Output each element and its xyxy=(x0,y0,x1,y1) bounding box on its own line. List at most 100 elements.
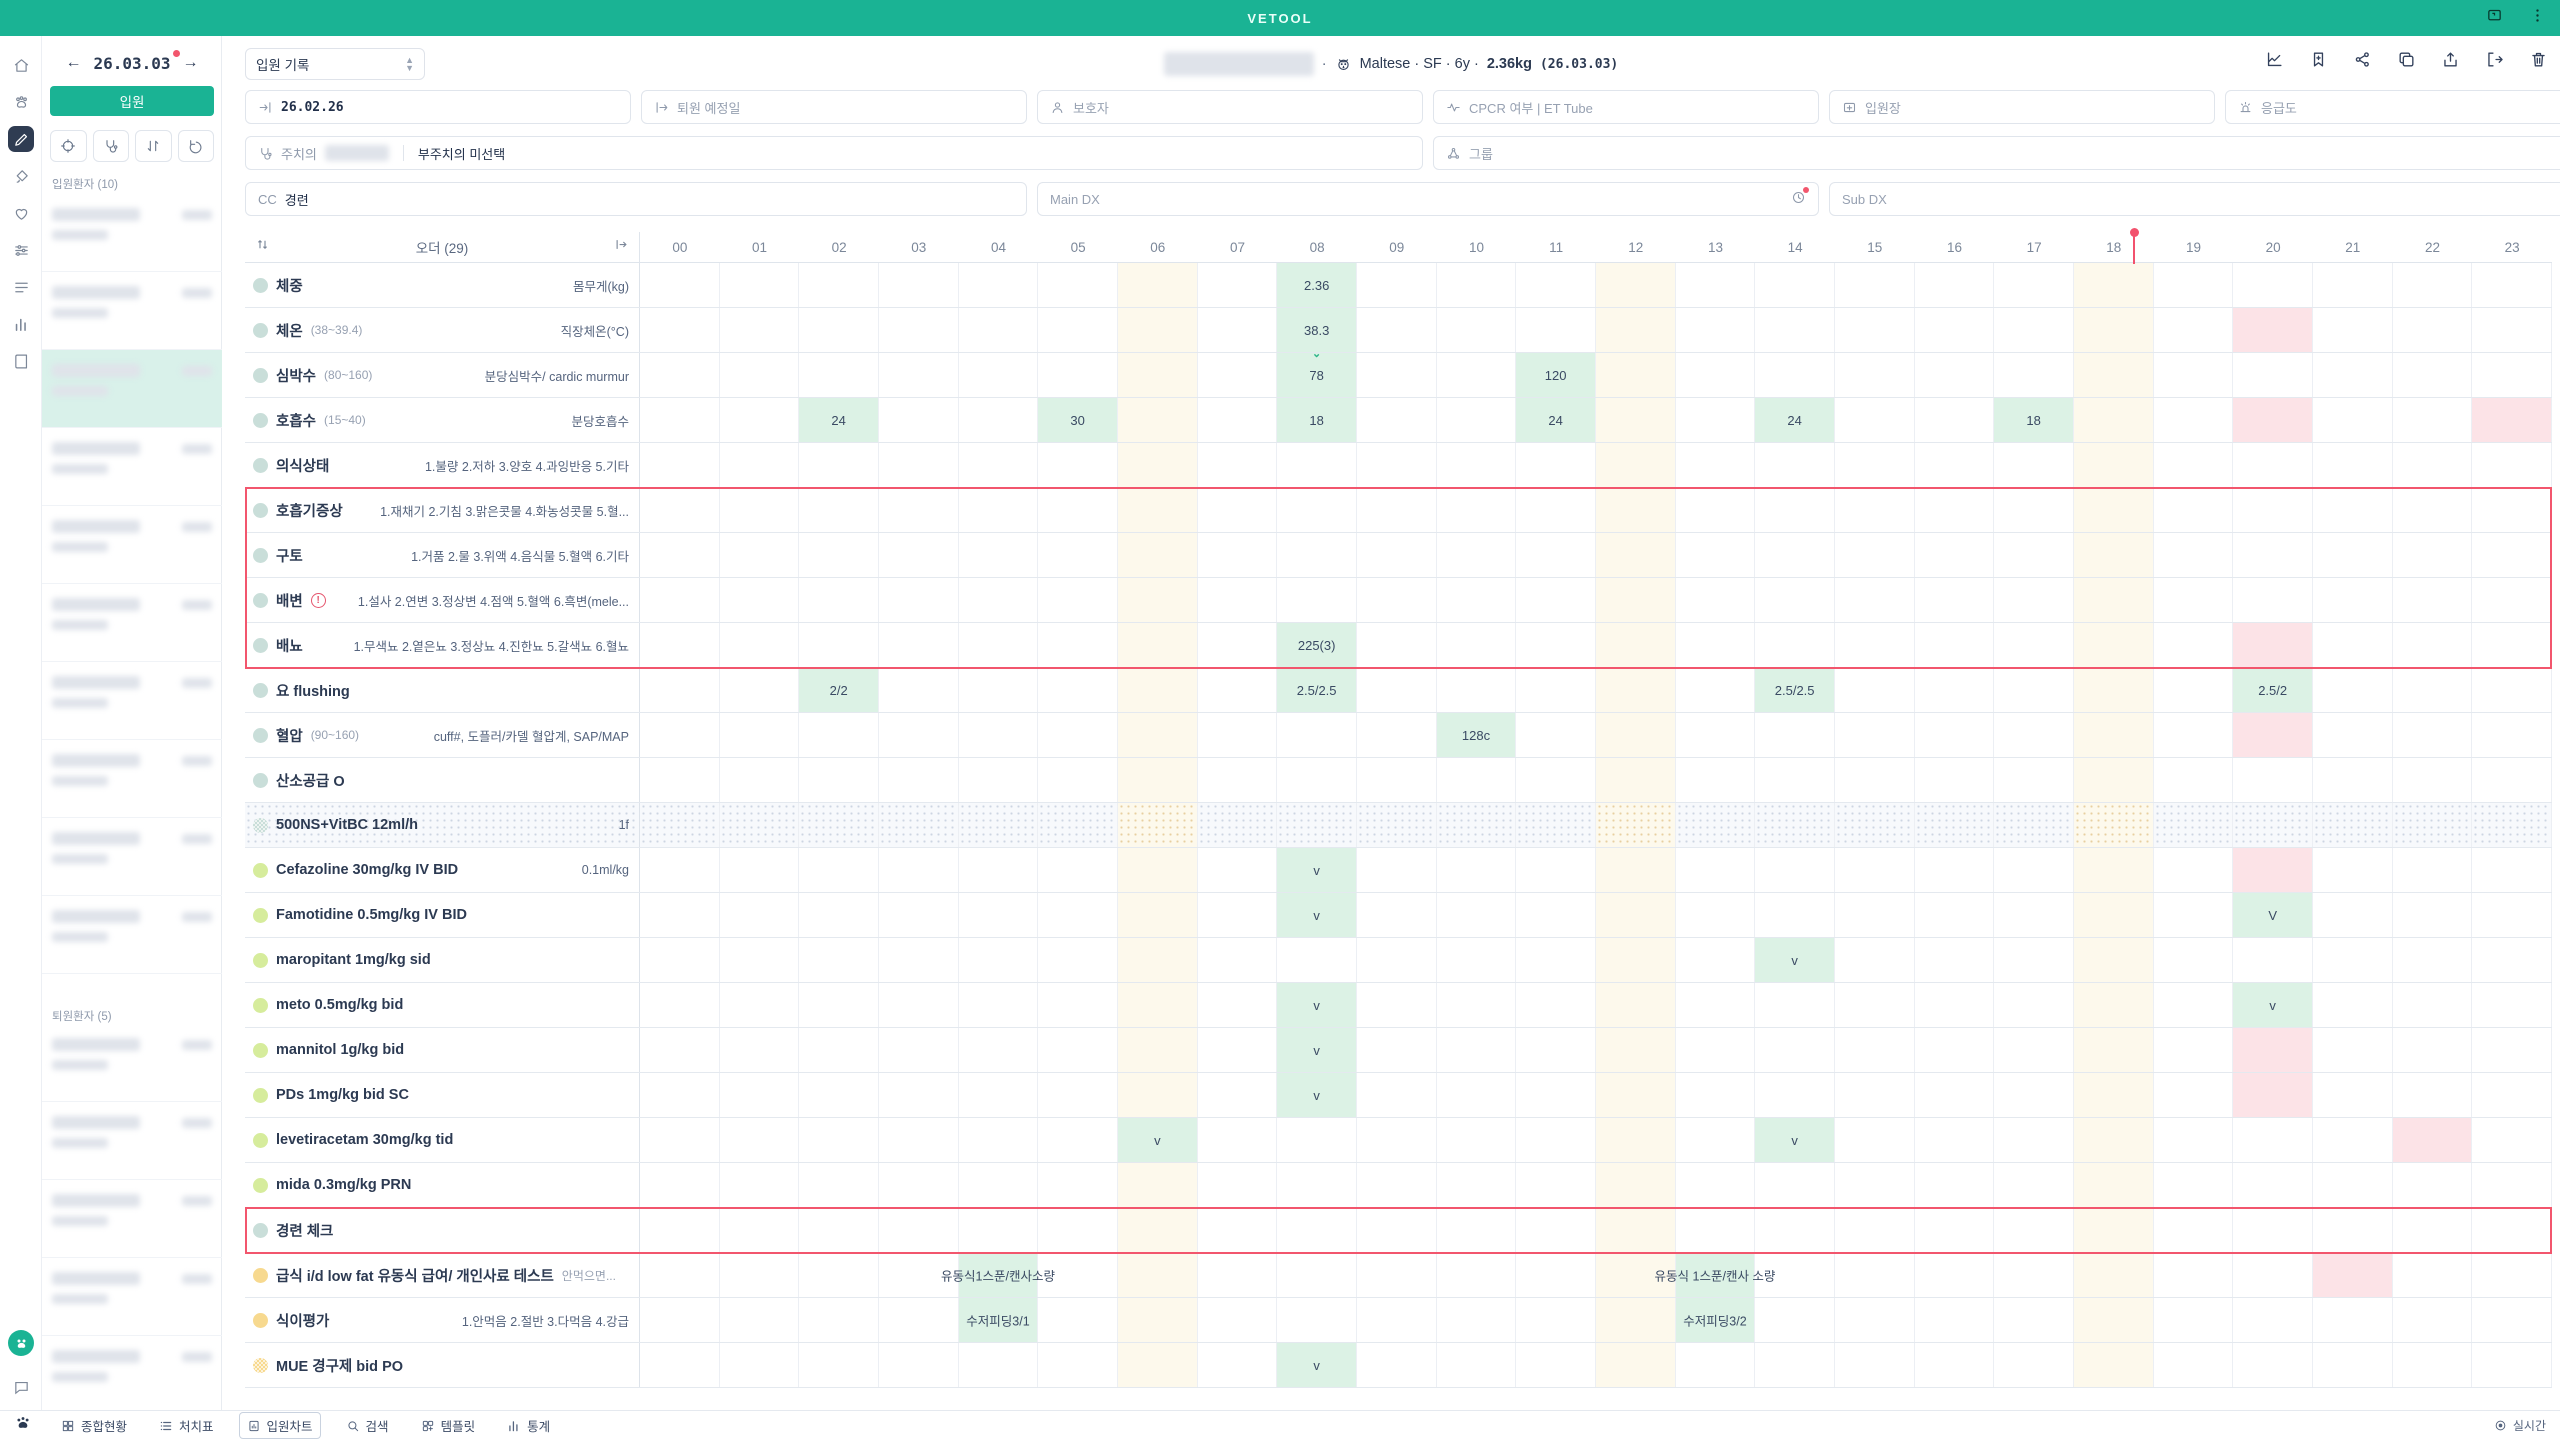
chart-cell[interactable] xyxy=(1596,983,1676,1027)
chart-cell[interactable] xyxy=(1835,1343,1915,1387)
chart-cell[interactable] xyxy=(2393,443,2473,487)
chart-cell[interactable] xyxy=(2074,263,2154,307)
chart-cell[interactable] xyxy=(2233,263,2313,307)
chart-cell[interactable] xyxy=(879,1073,959,1117)
chart-cell[interactable] xyxy=(640,1253,720,1297)
chart-cell[interactable]: 2.5/2.5 xyxy=(1277,668,1357,712)
chart-cell[interactable] xyxy=(1915,1343,1995,1387)
chart-cell[interactable] xyxy=(1755,353,1835,397)
chart-cell[interactable] xyxy=(2233,938,2313,982)
chart-cell[interactable] xyxy=(640,758,720,802)
chart-cell[interactable] xyxy=(1118,1208,1198,1252)
chart-cell[interactable] xyxy=(1437,893,1517,937)
chart-cell[interactable] xyxy=(2393,938,2473,982)
chart-cell[interactable] xyxy=(2472,353,2552,397)
chart-cell[interactable] xyxy=(2393,1298,2473,1342)
chart-cell[interactable] xyxy=(879,1163,959,1207)
patient-list-item[interactable] xyxy=(42,506,222,584)
chart-cell[interactable] xyxy=(640,1163,720,1207)
pencil-icon[interactable] xyxy=(8,126,34,152)
chart-cell[interactable] xyxy=(1357,893,1437,937)
chart-cell[interactable] xyxy=(1994,1208,2074,1252)
chart-cell[interactable] xyxy=(1994,623,2074,667)
chart-cell[interactable] xyxy=(1994,1343,2074,1387)
chart-cell[interactable] xyxy=(1198,1028,1278,1072)
chart-cell[interactable] xyxy=(1038,983,1118,1027)
chart-cell[interactable] xyxy=(1038,893,1118,937)
chart-cell[interactable] xyxy=(1676,758,1756,802)
trend-icon[interactable] xyxy=(2265,50,2284,74)
chart-cell[interactable] xyxy=(1755,308,1835,352)
chart-cell[interactable] xyxy=(1357,1028,1437,1072)
patient-list-item[interactable] xyxy=(42,1180,222,1258)
chart-cell[interactable] xyxy=(2472,1343,2552,1387)
chart-cell[interactable] xyxy=(2393,488,2473,532)
chart-cell[interactable] xyxy=(1437,1298,1517,1342)
chart-cell[interactable] xyxy=(1755,848,1835,892)
chart-cell[interactable] xyxy=(1357,353,1437,397)
chart-cell[interactable] xyxy=(1357,668,1437,712)
order-label-cell[interactable]: 경련 체크 xyxy=(245,1208,640,1252)
chart-cell[interactable] xyxy=(959,758,1039,802)
chart-cell[interactable] xyxy=(2233,353,2313,397)
chart-cell[interactable]: 유동식 1스푼/캔사 소량 xyxy=(1676,1253,1756,1297)
chart-cell[interactable] xyxy=(1676,713,1756,757)
chart-cell[interactable] xyxy=(1915,1298,1995,1342)
chart-cell[interactable] xyxy=(2313,353,2393,397)
cpcr-field[interactable]: CPCR 여부 | ET Tube xyxy=(1433,90,1819,124)
chart-cell[interactable] xyxy=(1915,353,1995,397)
brush-icon[interactable] xyxy=(8,163,34,189)
chart-cell[interactable] xyxy=(2472,308,2552,352)
chart-cell[interactable] xyxy=(2233,308,2313,352)
chart-cell[interactable] xyxy=(2074,713,2154,757)
chart-cell[interactable] xyxy=(720,848,800,892)
chart-cell[interactable] xyxy=(879,983,959,1027)
chart-cell[interactable] xyxy=(2154,1208,2234,1252)
chart-cell[interactable] xyxy=(1357,1118,1437,1162)
chart-cell[interactable] xyxy=(2154,1073,2234,1117)
chart-cell[interactable] xyxy=(1118,533,1198,577)
chart-cell[interactable] xyxy=(2074,1163,2154,1207)
order-label-cell[interactable]: mida 0.3mg/kg PRN xyxy=(245,1163,640,1207)
chart-cell[interactable] xyxy=(720,1298,800,1342)
order-label-cell[interactable]: PDs 1mg/kg bid SC xyxy=(245,1073,640,1117)
chart-cell[interactable] xyxy=(1915,983,1995,1027)
chart-cell[interactable] xyxy=(1118,1073,1198,1117)
chart-cell[interactable] xyxy=(2154,263,2234,307)
chart-cell[interactable] xyxy=(1915,1073,1995,1117)
chart-cell[interactable] xyxy=(1118,1028,1198,1072)
chart-cell[interactable] xyxy=(2393,983,2473,1027)
order-label-cell[interactable]: MUE 경구제 bid PO xyxy=(245,1343,640,1387)
chart-cell[interactable] xyxy=(1357,578,1437,622)
chart-cell[interactable] xyxy=(2313,1343,2393,1387)
chart-cell[interactable] xyxy=(2313,1118,2393,1162)
chart-cell[interactable] xyxy=(1835,353,1915,397)
chart-cell[interactable] xyxy=(1198,668,1278,712)
chart-cell[interactable] xyxy=(2154,713,2234,757)
chart-cell[interactable] xyxy=(2472,1208,2552,1252)
cc-field[interactable]: CC경련 xyxy=(245,182,1027,216)
chart-cell[interactable] xyxy=(720,1118,800,1162)
chart-cell[interactable] xyxy=(2074,1028,2154,1072)
chart-cell[interactable] xyxy=(1198,983,1278,1027)
chart-cell[interactable] xyxy=(1437,938,1517,982)
chart-cell[interactable] xyxy=(720,578,800,622)
chart-cell[interactable] xyxy=(1994,488,2074,532)
chart-cell[interactable] xyxy=(1915,938,1995,982)
chart-cell[interactable] xyxy=(1118,758,1198,802)
home-icon[interactable] xyxy=(8,52,34,78)
chart-cell[interactable] xyxy=(2472,803,2552,847)
chart-cell[interactable] xyxy=(1596,1073,1676,1117)
chart-cell[interactable]: 2.5/2.5 xyxy=(1755,668,1835,712)
chart-cell[interactable] xyxy=(2154,1253,2234,1297)
chart-cell[interactable] xyxy=(1915,623,1995,667)
chart-cell[interactable] xyxy=(720,1163,800,1207)
chart-cell[interactable] xyxy=(2393,1343,2473,1387)
chart-cell[interactable] xyxy=(1118,668,1198,712)
chart-cell[interactable] xyxy=(1198,353,1278,397)
chart-cell[interactable] xyxy=(720,443,800,487)
chart-cell[interactable] xyxy=(799,803,879,847)
chart-cell[interactable] xyxy=(720,713,800,757)
chart-cell[interactable] xyxy=(1118,398,1198,442)
chart-cell[interactable] xyxy=(799,758,879,802)
